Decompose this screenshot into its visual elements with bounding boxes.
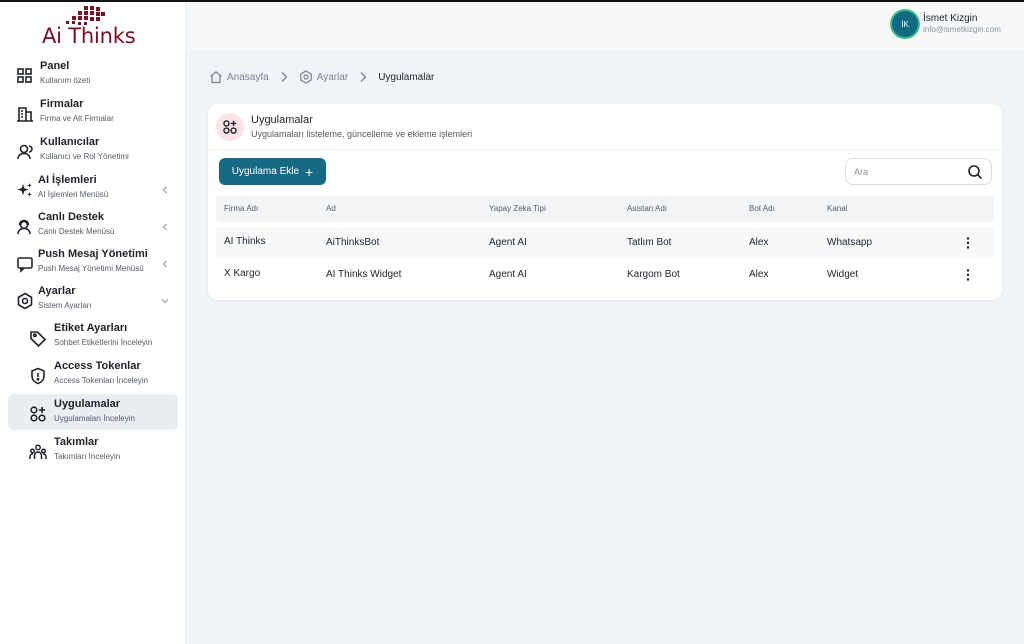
logo[interactable]: Ai Thinks <box>40 6 140 48</box>
sidebar-subitem-access-tokenlar[interactable]: Access Tokenlar Access Tokenları İnceley… <box>8 359 178 395</box>
column-header[interactable]: Ad <box>326 204 336 213</box>
window-top-border <box>0 0 1024 2</box>
chevron-right-icon <box>279 71 289 83</box>
sidebar-item-subtitle: AI İşlemleri Menüsü <box>38 190 109 199</box>
search-input[interactable] <box>854 165 964 179</box>
home-icon <box>209 70 223 84</box>
breadcrumb-home[interactable]: Anasayfa <box>227 72 269 83</box>
chevron-left-icon <box>160 185 170 195</box>
add-application-button[interactable]: Uygulama Ekle + <box>219 158 326 185</box>
avatar[interactable]: İK <box>890 9 920 39</box>
table-cell: Alex <box>749 237 769 248</box>
sidebar-item-subtitle: Firma ve Alt Firmalar <box>40 114 114 123</box>
sidebar-item-subtitle: Kullanıcı ve Rol Yönetimi <box>40 152 129 161</box>
table-row[interactable]: X Kargo AI Thinks Widget Agent AI Kargom… <box>216 259 994 290</box>
more-options-icon[interactable] <box>962 236 974 250</box>
chevron-right-icon <box>358 71 368 83</box>
table-cell: Widget <box>827 269 859 280</box>
sidebar-item-firmalar[interactable]: Firmalar Firma ve Alt Firmalar <box>8 97 178 133</box>
applications-card: Uygulamalar Uygulamaları listeleme, günc… <box>208 104 1002 300</box>
table-cell: Alex <box>749 269 769 280</box>
sidebar-subitem-etiket-ayarlari[interactable]: Etiket Ayarları Sohbet Etiketlerini İnce… <box>8 321 178 357</box>
sidebar-item-subtitle: Push Mesaj Yönetimi Menüsü <box>38 264 144 273</box>
card-header: Uygulamalar Uygulamaları listeleme, günc… <box>208 104 1002 150</box>
sidebar-subitem-title: Takımlar <box>54 436 99 448</box>
column-header[interactable]: Yapay Zeka Tipi <box>489 204 546 213</box>
users-icon <box>16 143 34 161</box>
topbar: İK İsmet Kizgin info@ismetkizgin.com <box>187 2 1024 50</box>
table-cell: Agent AI <box>489 237 527 248</box>
settings-icon <box>299 70 313 84</box>
settings-icon <box>16 292 34 310</box>
apps-icon <box>29 405 47 423</box>
sidebar-item-title: Panel <box>40 60 70 72</box>
sidebar-item-subtitle: Sistem Ayarları <box>38 301 92 310</box>
chevron-left-icon <box>160 222 170 232</box>
sparkle-icon <box>16 181 34 199</box>
breadcrumb: Anasayfa Ayarlar Uygulamalar <box>209 69 434 85</box>
chevron-left-icon <box>160 259 170 269</box>
table-cell: AI Thinks Widget <box>326 269 402 280</box>
sidebar-item-ai-islemleri[interactable]: AI İşlemleri AI İşlemleri Menüsü <box>8 173 178 209</box>
sidebar-subitem-subtitle: Sohbet Etiketlerini İnceleyin <box>54 338 153 347</box>
sidebar-subitem-title: Access Tokenlar <box>54 360 141 372</box>
sidebar-item-title: Kullanıcılar <box>40 136 100 148</box>
message-icon <box>16 255 34 273</box>
page-subtitle: Uygulamaları listeleme, güncelleme ve ek… <box>251 129 473 139</box>
user-name: İsmet Kizgin <box>923 13 978 24</box>
table-cell: AiThinksBot <box>326 237 380 248</box>
sidebar-subitem-title: Uygulamalar <box>54 398 121 410</box>
shield-icon <box>29 367 47 385</box>
search-box <box>845 158 992 185</box>
building-icon <box>16 105 34 123</box>
table-cell: Agent AI <box>489 269 527 280</box>
column-header[interactable]: Kanal <box>827 204 847 213</box>
table-cell: Tatlım Bot <box>627 237 672 248</box>
sidebar-item-subtitle: Kullanım özeti <box>40 76 91 85</box>
sidebar-item-title: Ayarlar <box>38 285 76 297</box>
sidebar-item-title: Push Mesaj Yönetimi <box>38 248 148 260</box>
logo-text: Ai Thinks <box>42 24 136 48</box>
sidebar-subitem-uygulamalar[interactable]: Uygulamalar Uygulamaları İnceleyin <box>8 394 178 430</box>
dashboard-icon <box>16 67 34 85</box>
sidebar-subitem-subtitle: Uygulamaları İnceleyin <box>54 414 135 423</box>
page-title: Uygulamalar <box>251 114 313 126</box>
sidebar-item-title: Firmalar <box>40 98 84 110</box>
search-icon[interactable] <box>967 164 983 180</box>
sidebar-item-subtitle: Canlı Destek Menüsü <box>38 227 115 236</box>
column-header[interactable]: Bot Adı <box>749 204 775 213</box>
breadcrumb-current: Uygulamalar <box>378 71 435 83</box>
chevron-down-icon <box>160 296 170 306</box>
table-cell: Kargom Bot <box>627 269 680 280</box>
sidebar-item-ayarlar[interactable]: Ayarlar Sistem Ayarları <box>8 284 178 320</box>
table-header: Firma Adı Ad Yapay Zeka Tipi Asistan Adı… <box>216 196 994 222</box>
table-row[interactable]: AI Thinks AiThinksBot Agent AI Tatlım Bo… <box>216 227 994 258</box>
sidebar-item-push-mesaj[interactable]: Push Mesaj Yönetimi Push Mesaj Yönetimi … <box>8 247 178 283</box>
user-email: info@ismetkizgin.com <box>923 25 1001 34</box>
support-icon <box>16 218 34 236</box>
add-application-label: Uygulama Ekle <box>231 166 300 177</box>
sidebar-item-title: Canlı Destek <box>38 211 105 223</box>
sidebar-item-title: AI İşlemleri <box>38 174 97 186</box>
table-cell: X Kargo <box>224 268 261 279</box>
sidebar-item-panel[interactable]: Panel Kullanım özeti <box>8 59 178 95</box>
table-cell: AI Thinks <box>224 236 266 247</box>
sidebar: Ai Thinks Panel Kullanım özeti Firmalar … <box>0 2 186 644</box>
more-options-icon[interactable] <box>962 268 974 282</box>
sidebar-item-canli-destek[interactable]: Canlı Destek Canlı Destek Menüsü <box>8 210 178 246</box>
breadcrumb-settings[interactable]: Ayarlar <box>317 72 349 83</box>
team-icon <box>29 443 47 461</box>
sidebar-subitem-title: Etiket Ayarları <box>54 322 128 334</box>
sidebar-subitem-subtitle: Access Tokenları İnceleyin <box>54 376 149 385</box>
column-header[interactable]: Firma Adı <box>224 204 258 213</box>
sidebar-subitem-subtitle: Takımları İnceleyin <box>54 452 121 461</box>
tag-icon <box>29 329 47 347</box>
sidebar-item-kullanicilar[interactable]: Kullanıcılar Kullanıcı ve Rol Yönetimi <box>8 135 178 171</box>
plus-icon: + <box>305 163 314 180</box>
apps-icon <box>216 113 244 141</box>
table-cell: Whatsapp <box>827 237 873 248</box>
sidebar-subitem-takimlar[interactable]: Takımlar Takımları İnceleyin <box>8 435 178 471</box>
column-header[interactable]: Asistan Adı <box>627 204 667 213</box>
